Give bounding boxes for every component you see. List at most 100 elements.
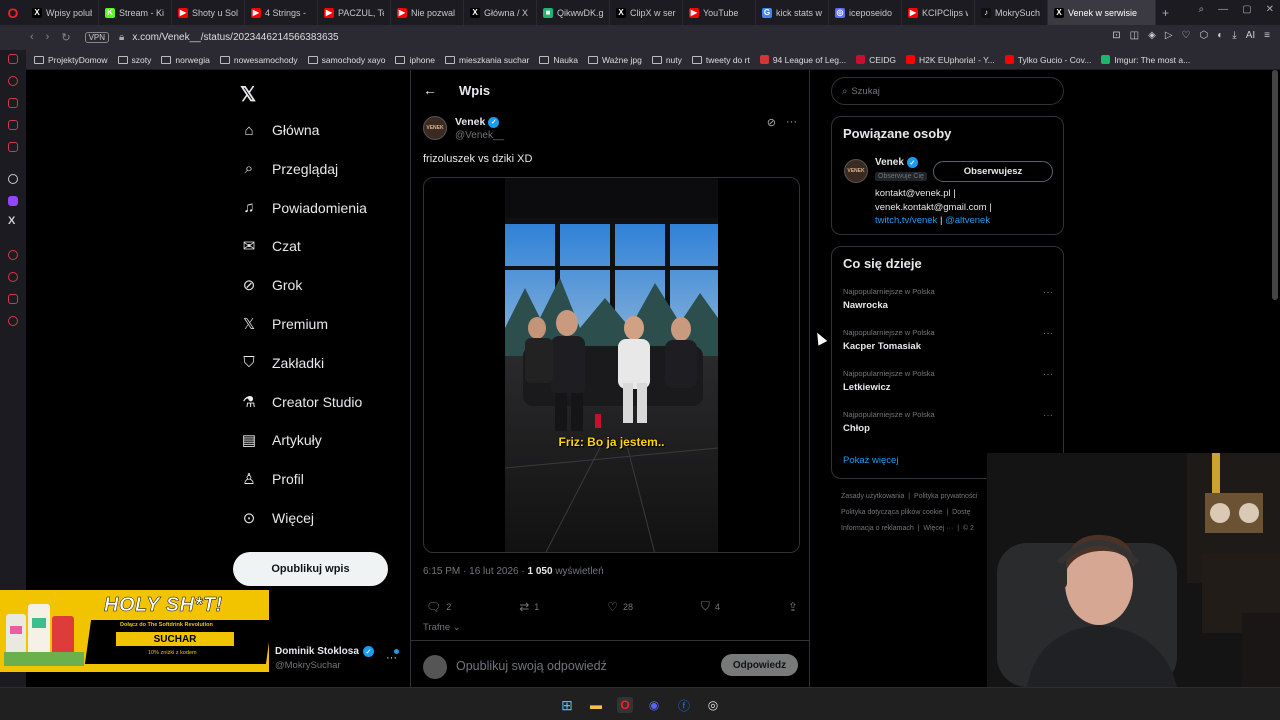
grok-icon[interactable]: ⊘ (767, 116, 776, 129)
browser-tab[interactable]: X Venek w serwisie (1048, 0, 1156, 25)
bookmark-item[interactable]: CEIDG (856, 55, 896, 65)
bio-alt-link[interactable]: @altvenek (945, 215, 990, 226)
nav-item-person[interactable]: ♙ Profil (240, 470, 304, 488)
trend-more-icon[interactable]: ··· (1043, 410, 1053, 421)
nav-item-bell[interactable]: ♫ Powiadomienia (240, 199, 367, 217)
opera-taskbar-icon[interactable]: O (617, 697, 633, 713)
trend-item[interactable]: Najpopularniejsze w Polska Chłop ··· (843, 410, 1053, 434)
sidebar-app-icon[interactable] (8, 120, 18, 130)
minimize-icon[interactable]: — (1218, 4, 1228, 15)
related-avatar[interactable]: VENEK (844, 159, 868, 183)
account-switcher[interactable]: Dominik Stoklosa ✓ @MokrySuchar (275, 646, 374, 671)
footer-link[interactable]: Zasady użytkowania (841, 493, 904, 500)
browser-tab[interactable]: ♪ MokrySuch (975, 0, 1048, 25)
sidebar-app-icon[interactable] (8, 98, 18, 108)
post-more-icon[interactable]: ··· (786, 116, 797, 129)
browser-tab[interactable]: Gkick stats w (756, 0, 829, 25)
bookmark-item[interactable]: Tylko Gucio - Cov... (1004, 55, 1091, 65)
nav-item-bookmark[interactable]: ⛉ Zakładki (240, 354, 324, 372)
nav-item-home[interactable]: ⌂ Główna (240, 121, 319, 139)
bookmark-item[interactable]: samochody xayo (307, 55, 385, 65)
bookmark-item[interactable]: Nauka (539, 55, 578, 65)
snapshot-icon[interactable]: ◫ (1130, 30, 1139, 41)
sidebar-app-icon[interactable] (8, 54, 18, 64)
opera-logo-icon[interactable]: O (0, 0, 26, 25)
browser-tab[interactable]: X Wpisy polub (26, 0, 99, 25)
forward-nav-icon[interactable]: › (46, 31, 50, 44)
footer-link[interactable]: Więcej ··· (923, 525, 953, 532)
browser-tab[interactable]: ▶ KCIPClips w (902, 0, 975, 25)
footer-link[interactable]: Polityka prywatności (914, 493, 977, 500)
reply-button[interactable]: Odpowiedz (721, 654, 798, 676)
following-button[interactable]: Obserwujesz (933, 161, 1053, 182)
trend-item[interactable]: Najpopularniejsze w Polska Kacper Tomasia… (843, 328, 1053, 352)
close-window-icon[interactable]: ✕ (1266, 4, 1274, 15)
post-author[interactable]: VENEK Venek ✓ @Venek__ (423, 116, 504, 141)
nav-item-more[interactable]: ⊙ Więcej (240, 509, 314, 527)
bookmark-action[interactable]: ⛉ 4 (701, 599, 720, 614)
show-more-link[interactable]: Pokaż więcej (843, 455, 898, 466)
trend-item[interactable]: Najpopularniejsze w Polska Nawrocka ··· (843, 287, 1053, 311)
video-frame[interactable]: Friz: Bo ja jestem.. (505, 178, 718, 552)
reply-sort-dropdown[interactable]: Trafne ⌄ (423, 622, 461, 633)
menu-icon[interactable]: ≡ (1264, 30, 1270, 41)
trend-more-icon[interactable]: ··· (1043, 287, 1053, 298)
back-arrow-icon[interactable]: ← (423, 82, 437, 98)
bookmark-item[interactable]: nuty (651, 55, 682, 65)
new-tab-button[interactable]: + (1156, 6, 1175, 20)
author-name[interactable]: Venek (455, 116, 485, 128)
share-action[interactable]: ⇪ (788, 599, 798, 614)
bookmark-item[interactable]: ProjektyDomow (34, 55, 108, 65)
nav-item-search[interactable]: ⌕ Przeglądaj (240, 160, 338, 178)
settings-icon[interactable] (8, 316, 18, 326)
history-icon[interactable] (8, 272, 18, 282)
x-app-icon[interactable]: X (8, 215, 15, 227)
bookmark-item[interactable]: norwegia (161, 55, 210, 65)
x-logo-icon[interactable]: 𝕏 (240, 82, 256, 107)
bookmark-item[interactable]: 94 League of Leg... (759, 55, 846, 65)
bookmark-item[interactable]: tweety do rt (691, 55, 750, 65)
browser-tab[interactable]: ▶ PACZUL, Te (318, 0, 391, 25)
maximize-icon[interactable]: ▢ (1242, 4, 1251, 15)
chatgpt-icon[interactable] (8, 174, 18, 184)
author-avatar[interactable]: VENEK (423, 116, 447, 140)
vpn-badge[interactable]: VPN (84, 32, 110, 43)
browser-tab[interactable]: X Główna / X (464, 0, 537, 25)
nav-item-x-premium[interactable]: 𝕏 Premium (240, 315, 328, 333)
repost-action[interactable]: ⇄ 1 (519, 599, 539, 614)
windows-start-icon[interactable]: ⊞ (559, 697, 575, 713)
post-timestamp[interactable]: 6:15 PM · 16 lut 2026 · (423, 566, 528, 577)
page-scrollbar[interactable] (1272, 70, 1278, 300)
sidebar-app-icon[interactable] (8, 142, 18, 152)
heart-icon[interactable]: ♡ (1182, 30, 1191, 41)
bookmark-item[interactable]: mieszkania suchar (445, 55, 529, 65)
reply-action[interactable]: 🗨︎ 2 (426, 599, 451, 614)
sidebar-app-icon[interactable] (8, 76, 18, 86)
trend-more-icon[interactable]: ··· (1043, 328, 1053, 339)
browser-tab[interactable]: ■ QikwwDK.g (537, 0, 610, 25)
search-input[interactable]: ⌕ Szukaj (831, 77, 1064, 105)
file-explorer-icon[interactable]: ▬ (588, 697, 604, 713)
bio-twitch-link[interactable]: twitch.tv/venek (875, 215, 937, 226)
download-icon[interactable]: ⤓ (1232, 30, 1236, 41)
twitch-icon[interactable] (8, 196, 18, 206)
post-button[interactable]: Opublikuj wpis (233, 552, 388, 586)
nav-item-flask[interactable]: ⚗ Creator Studio (240, 393, 362, 411)
reload-icon[interactable]: ↻ (61, 31, 70, 44)
bookmark-item[interactable]: iphone (395, 55, 435, 65)
browser-tab[interactable]: K Stream - Ki (99, 0, 172, 25)
bookmark-item[interactable]: Imgur: The most a... (1101, 55, 1190, 65)
browser-tab[interactable]: X ClipX w ser (610, 0, 683, 25)
player-icon[interactable]: ▷ (1165, 30, 1173, 41)
trend-more-icon[interactable]: ··· (1043, 369, 1053, 380)
sidebar-app-icon[interactable] (8, 250, 18, 260)
nav-item-article[interactable]: ▤ Artykuły (240, 431, 322, 449)
browser-tab[interactable]: ▶ 4 Strings - (245, 0, 318, 25)
extensions-icon[interactable]: ⬡ (1200, 30, 1209, 41)
bookmark-item[interactable]: H2K EUphoria! - Y... (906, 55, 995, 65)
footer-link[interactable]: Polityka dotycząca plików cookie (841, 509, 943, 516)
browser-tab[interactable]: ▶ Nie pozwal (391, 0, 464, 25)
bookmark-item[interactable]: nowesamochody (219, 55, 298, 65)
url-field[interactable]: x.com/Venek__/status/2023446214566383635 (132, 32, 338, 43)
post-video[interactable]: Friz: Bo ja jestem.. (423, 177, 800, 553)
